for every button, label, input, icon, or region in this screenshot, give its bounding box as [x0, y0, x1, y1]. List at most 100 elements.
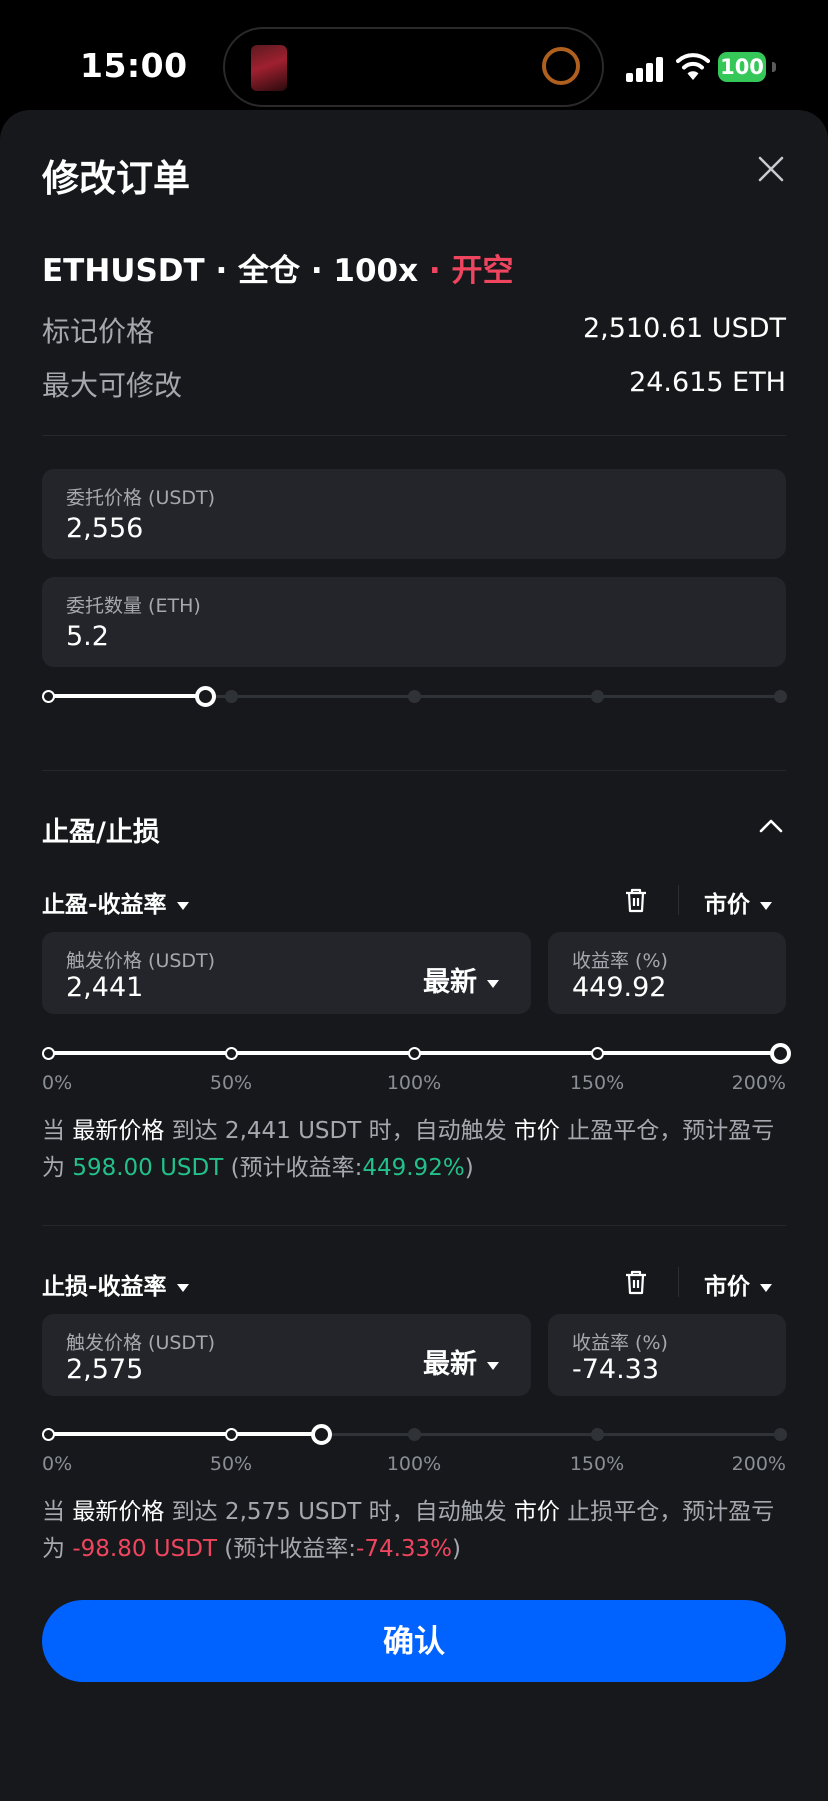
- slider-stop: [591, 690, 604, 703]
- slider-stop: [591, 1047, 604, 1060]
- desc-text: (预计收益率:: [223, 1155, 363, 1181]
- order-quantity-input[interactable]: 5.2: [66, 621, 109, 652]
- desc-text: 到达 2,441 USDT 时，自动触发: [164, 1118, 514, 1144]
- sl-order-type: 市价: [704, 1274, 750, 1300]
- close-icon[interactable]: [756, 154, 786, 184]
- tp-rate-slider[interactable]: 0% 50% 100% 150% 200%: [42, 1038, 791, 1094]
- max-modifiable-label: 最大可修改: [42, 369, 183, 402]
- slider-fill: [48, 1432, 322, 1436]
- tpsl-section-title: 止盈/止损: [42, 817, 160, 848]
- slider-stop: [42, 1047, 55, 1060]
- sl-order-type-select[interactable]: 市价: [704, 1267, 772, 1301]
- chevron-up-icon[interactable]: [758, 816, 784, 834]
- slider-thumb[interactable]: [770, 1043, 791, 1064]
- slider-tick-label: 0%: [42, 1453, 73, 1475]
- divider: [678, 885, 679, 915]
- quantity-slider[interactable]: [42, 681, 787, 711]
- trash-icon[interactable]: [624, 887, 648, 913]
- caret-down-icon: [176, 1283, 189, 1292]
- tp-trigger-input[interactable]: 2,441: [66, 972, 143, 1003]
- tp-order-type: 市价: [704, 892, 750, 918]
- tp-rate-field[interactable]: 收益率 (%) 449.92: [548, 932, 786, 1014]
- modify-order-sheet: 修改订单 ETHUSDT · 全仓 · 100x · 开空 标记价格 2,510…: [0, 110, 828, 1801]
- separator: ·: [300, 253, 334, 289]
- sl-description: 当 最新价格 到达 2,575 USDT 时，自动触发 市价 止损平仓，预计盈亏…: [42, 1494, 786, 1568]
- slider-tick-label: 50%: [209, 1453, 253, 1475]
- sheet-title: 修改订单: [42, 157, 190, 200]
- tp-trigger-price-field[interactable]: 触发价格 (USDT) 2,441 最新: [42, 932, 531, 1014]
- slider-stop: [225, 690, 238, 703]
- desc-text: ): [452, 1536, 461, 1562]
- order-price-input[interactable]: 2,556: [66, 513, 143, 544]
- sl-mode-label: 止损-收益率: [42, 1274, 167, 1300]
- confirm-button[interactable]: 确认: [42, 1600, 786, 1682]
- sl-trigger-price-field[interactable]: 触发价格 (USDT) 2,575 最新: [42, 1314, 531, 1396]
- slider-stop: [774, 690, 787, 703]
- divider: [42, 770, 786, 771]
- divider: [678, 1267, 679, 1297]
- slider-thumb[interactable]: [311, 1424, 333, 1445]
- status-time: 15:00: [80, 46, 188, 85]
- desc-order-type: 市价: [513, 1118, 560, 1144]
- slider-thumb[interactable]: [194, 686, 216, 707]
- activity-ring-icon: [542, 47, 580, 85]
- slider-tick-label: 0%: [42, 1072, 73, 1094]
- status-bar: 15:00 100: [0, 0, 828, 110]
- sl-price-source-select[interactable]: 最新: [423, 1342, 499, 1381]
- separator: ·: [418, 253, 452, 289]
- desc-text: 当: [42, 1118, 73, 1144]
- dynamic-island: [223, 27, 604, 107]
- caret-down-icon: [487, 979, 499, 988]
- caret-down-icon: [760, 901, 772, 910]
- sl-rate-input[interactable]: -74.33: [572, 1354, 659, 1385]
- sl-estimated-pnl: -98.80 USDT: [72, 1536, 217, 1562]
- sl-estimated-rate: -74.33%: [356, 1536, 453, 1562]
- slider-stop: [774, 1428, 787, 1441]
- battery-cap: [772, 62, 776, 72]
- wifi-icon: [676, 53, 710, 80]
- caret-down-icon: [760, 1283, 772, 1292]
- sl-rate-label: 收益率 (%): [572, 1332, 668, 1354]
- cellular-signal-icon: [626, 56, 664, 82]
- desc-text: ): [464, 1155, 474, 1181]
- tp-rate-input[interactable]: 449.92: [572, 972, 666, 1003]
- mark-price-label: 标记价格: [42, 315, 155, 348]
- pair-symbol: ETHUSDT: [42, 253, 205, 289]
- mark-price-value: 2,510.61 USDT: [582, 313, 786, 344]
- caret-down-icon: [487, 1361, 499, 1370]
- slider-stop: [42, 1428, 55, 1441]
- order-price-field[interactable]: 委托价格 (USDT) 2,556: [42, 469, 786, 559]
- tp-price-source: 最新: [423, 967, 477, 998]
- slider-tick-label: 150%: [569, 1453, 625, 1475]
- divider: [42, 1225, 786, 1226]
- tp-mode-select[interactable]: 止盈-收益率: [42, 885, 189, 919]
- slider-stop: [408, 1047, 421, 1060]
- desc-text: 当: [42, 1499, 73, 1525]
- sl-trigger-label: 触发价格 (USDT): [66, 1332, 216, 1354]
- slider-tick-label: 50%: [209, 1072, 253, 1094]
- slider-tick-label: 100%: [386, 1072, 442, 1094]
- slider-stop: [408, 1428, 421, 1441]
- slider-tick-label: 200%: [731, 1453, 786, 1475]
- divider: [42, 435, 786, 436]
- order-quantity-field[interactable]: 委托数量 (ETH) 5.2: [42, 577, 786, 667]
- sl-mode-select[interactable]: 止损-收益率: [42, 1267, 189, 1301]
- slider-fill: [48, 694, 205, 698]
- slider-stop: [225, 1428, 238, 1441]
- separator: ·: [204, 253, 239, 289]
- tp-price-source-select[interactable]: 最新: [423, 960, 499, 999]
- tp-rate-label: 收益率 (%): [572, 950, 668, 972]
- trash-icon[interactable]: [624, 1269, 648, 1295]
- sl-rate-slider[interactable]: 0% 50% 100% 150% 200%: [42, 1419, 787, 1475]
- slider-tick-label: 150%: [569, 1072, 625, 1094]
- desc-price-source: 最新价格: [72, 1118, 165, 1144]
- order-price-label: 委托价格 (USDT): [66, 487, 216, 509]
- sl-trigger-input[interactable]: 2,575: [66, 1354, 143, 1385]
- sl-rate-field[interactable]: 收益率 (%) -74.33: [548, 1314, 786, 1396]
- tp-order-type-select[interactable]: 市价: [704, 885, 772, 919]
- margin-mode: 全仓: [238, 253, 301, 289]
- max-modifiable-value: 24.615 ETH: [629, 367, 786, 398]
- desc-order-type: 市价: [513, 1499, 560, 1525]
- tp-trigger-label: 触发价格 (USDT): [66, 950, 216, 972]
- now-playing-artwork: [251, 45, 287, 91]
